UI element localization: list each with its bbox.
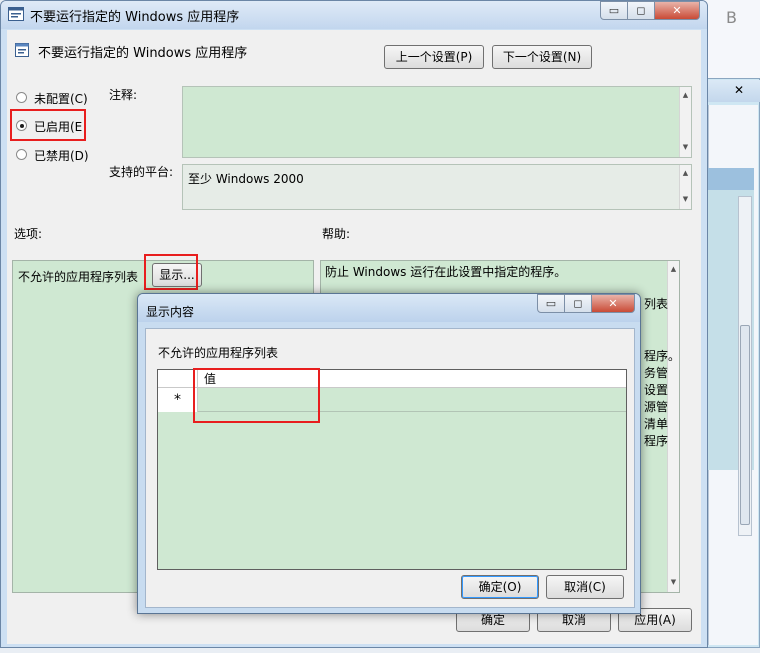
help-fragment-line: 清单 xyxy=(644,417,669,431)
platform-label: 支持的平台: xyxy=(109,165,174,179)
grid-new-row-marker: * xyxy=(158,388,198,412)
radio-circle[interactable] xyxy=(16,149,27,160)
comment-label: 注释: xyxy=(109,88,138,102)
background-letter: B xyxy=(726,8,737,27)
policy-setting-icon xyxy=(15,43,29,57)
help-text-fragment: 列表 xyxy=(644,296,680,313)
dialog-cancel-button[interactable]: 取消(C) xyxy=(546,575,624,599)
policy-window-title: 不要运行指定的 Windows 应用程序 xyxy=(30,10,240,25)
help-fragment-line: 源管 xyxy=(644,400,669,414)
help-fragment-line: 程序。 xyxy=(644,349,681,363)
background-window-close-icon[interactable]: ✕ xyxy=(726,82,752,98)
help-label: 帮助: xyxy=(322,227,351,241)
scroll-up-icon[interactable]: ▲ xyxy=(680,91,691,99)
help-text: 防止 Windows 运行在此设置中指定的程序。 xyxy=(325,265,567,279)
radio-circle[interactable] xyxy=(16,92,27,103)
scroll-down-icon[interactable]: ▼ xyxy=(668,578,679,586)
background-window-scroll-thumb[interactable] xyxy=(740,325,750,525)
dialog-maximize-icon[interactable]: ◻ xyxy=(564,294,592,313)
dialog-close-icon[interactable]: ✕ xyxy=(591,294,635,313)
close-icon[interactable]: ✕ xyxy=(654,1,700,20)
scroll-up-icon[interactable]: ▲ xyxy=(680,169,691,177)
platform-value: 至少 Windows 2000 xyxy=(188,172,304,186)
previous-setting-button[interactable]: 上一个设置(P) xyxy=(384,45,484,69)
radio-label: 未配置(C) xyxy=(34,92,88,106)
dialog-minimize-icon[interactable]: ▭ xyxy=(537,294,565,313)
dialog-title: 显示内容 xyxy=(146,305,195,319)
enabled-highlight-box xyxy=(10,109,86,141)
minimize-icon[interactable]: ▭ xyxy=(600,1,628,20)
scroll-down-icon[interactable]: ▼ xyxy=(680,195,691,203)
maximize-icon[interactable]: ◻ xyxy=(627,1,655,20)
dialog-field-label: 不允许的应用程序列表 xyxy=(158,346,279,360)
help-text-fragment: 程序。 务管 设置 源管 清单 程序 xyxy=(644,348,680,450)
platform-scrollbar[interactable]: ▲ ▼ xyxy=(679,165,691,209)
scroll-down-icon[interactable]: ▼ xyxy=(680,143,691,151)
radio-label: 已禁用(D) xyxy=(34,149,89,163)
help-fragment-line: 程序 xyxy=(644,434,669,448)
policy-name: 不要运行指定的 Windows 应用程序 xyxy=(38,46,248,61)
scroll-up-icon[interactable]: ▲ xyxy=(668,265,679,273)
options-label: 选项: xyxy=(14,227,43,241)
dialog-ok-button[interactable]: 确定(O) xyxy=(461,575,539,599)
help-fragment-line: 务管 xyxy=(644,366,669,380)
show-highlight-box xyxy=(144,254,198,290)
next-setting-button[interactable]: 下一个设置(N) xyxy=(492,45,592,69)
help-fragment-line: 设置 xyxy=(644,383,669,397)
policy-window-icon xyxy=(8,7,24,21)
grid-highlight-box xyxy=(193,368,320,423)
grid-corner xyxy=(158,370,198,388)
disallowed-apps-label: 不允许的应用程序列表 xyxy=(18,270,139,284)
background-window-selected-row xyxy=(708,168,754,190)
help-fragment-line: 列表 xyxy=(644,297,669,311)
comment-scrollbar[interactable]: ▲ ▼ xyxy=(679,87,691,157)
comment-textarea[interactable]: ▲ ▼ xyxy=(182,86,692,158)
